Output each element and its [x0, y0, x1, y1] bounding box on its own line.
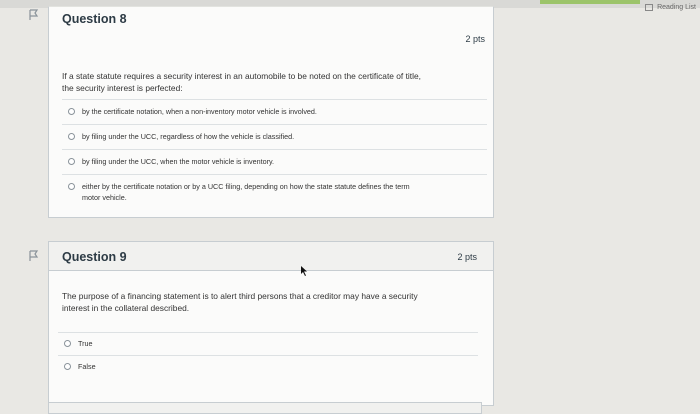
- question-points: 2 pts: [457, 252, 477, 262]
- answer-label-line: either by the certificate notation or by…: [82, 182, 410, 191]
- reading-list-icon: [645, 3, 654, 11]
- radio-button[interactable]: [64, 363, 71, 370]
- answer-label: by filing under the UCC, regardless of h…: [82, 132, 295, 141]
- answer-label-line: motor vehicle.: [82, 193, 127, 202]
- answer-option[interactable]: by the certificate notation, when a non-…: [62, 99, 487, 124]
- question-text-line: the security interest is perfected:: [62, 83, 183, 93]
- mouse-cursor-icon: [301, 266, 307, 276]
- question-card-8: Question 8 2 pts If a state statute requ…: [48, 6, 494, 218]
- question-text: The purpose of a financing statement is …: [62, 290, 418, 314]
- answer-label: by the certificate notation, when a non-…: [82, 107, 317, 116]
- answer-list: by the certificate notation, when a non-…: [62, 99, 487, 211]
- question-card-9: Question 9 2 pts The purpose of a financ…: [48, 241, 494, 406]
- question-points: 2 pts: [465, 34, 485, 44]
- answer-label: True: [78, 339, 93, 348]
- flag-icon[interactable]: [28, 9, 40, 21]
- reading-list-label: Reading List: [657, 3, 696, 11]
- radio-button[interactable]: [68, 183, 75, 190]
- next-question-card: [48, 402, 482, 414]
- question-text-line: interest in the collateral described.: [62, 303, 190, 313]
- radio-button[interactable]: [64, 340, 71, 347]
- question-text: If a state statute requires a security i…: [62, 70, 421, 94]
- question-header: Question 8: [49, 7, 493, 31]
- answer-list: True False: [58, 332, 478, 378]
- answer-option[interactable]: by filing under the UCC, regardless of h…: [62, 124, 487, 149]
- answer-option[interactable]: True: [58, 332, 478, 355]
- question-text-line: If a state statute requires a security i…: [62, 71, 421, 81]
- question-text-line: The purpose of a financing statement is …: [62, 291, 418, 301]
- browser-highlight-strip: [540, 0, 640, 4]
- answer-option[interactable]: either by the certificate notation or by…: [62, 174, 487, 211]
- flag-icon[interactable]: [28, 250, 40, 262]
- radio-button[interactable]: [68, 133, 75, 140]
- answer-label: by filing under the UCC, when the motor …: [82, 157, 275, 166]
- question-header: Question 9 2 pts: [49, 242, 493, 271]
- answer-label: False: [78, 362, 96, 371]
- question-title: Question 9: [62, 250, 127, 264]
- radio-button[interactable]: [68, 158, 75, 165]
- answer-option[interactable]: by filing under the UCC, when the motor …: [62, 149, 487, 174]
- question-title: Question 8: [62, 12, 127, 26]
- radio-button[interactable]: [68, 108, 75, 115]
- answer-label: either by the certificate notation or by…: [82, 182, 410, 202]
- answer-option[interactable]: False: [58, 355, 478, 378]
- reading-list-button[interactable]: Reading List: [645, 1, 696, 13]
